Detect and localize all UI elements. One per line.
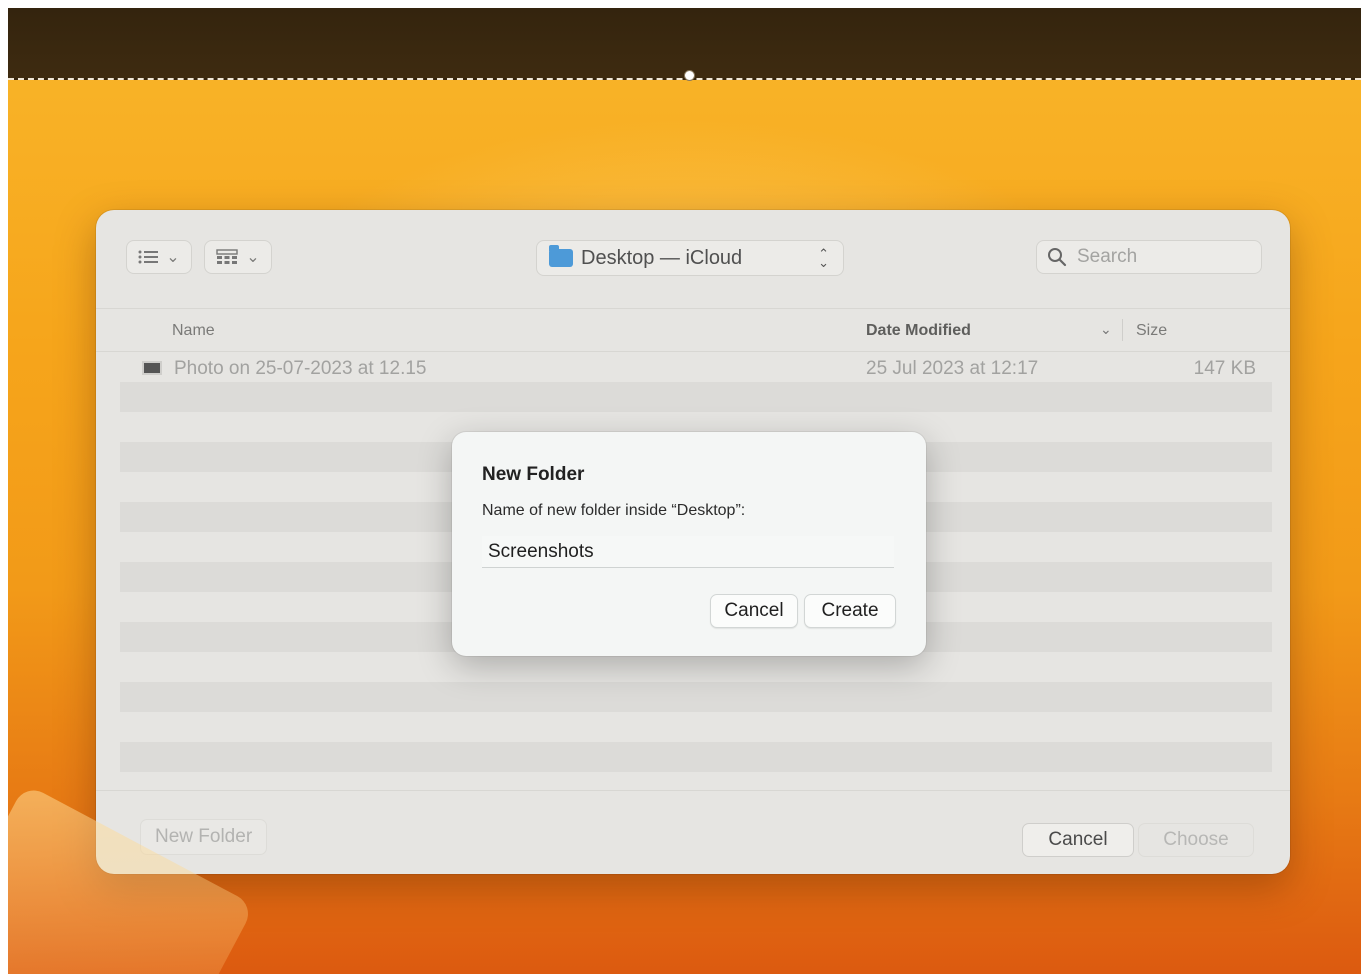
empty-row — [120, 742, 1272, 772]
column-header: Name Date Modified ⌄ Size — [96, 308, 1290, 352]
list-icon — [138, 250, 159, 264]
column-name[interactable]: Name — [172, 322, 215, 340]
image-file-icon — [142, 361, 162, 375]
list-view-button[interactable]: ⌄ — [126, 240, 192, 274]
search-icon — [1048, 248, 1067, 267]
column-divider[interactable] — [1122, 319, 1123, 341]
empty-row — [120, 652, 1272, 682]
location-popup[interactable]: Desktop — iCloud ⌃ ⌄ — [536, 240, 844, 276]
selection-handle[interactable] — [684, 70, 695, 81]
create-button[interactable]: Create — [804, 594, 896, 628]
column-size[interactable]: Size — [1136, 322, 1167, 340]
file-size: 147 KB — [1193, 358, 1256, 379]
dialog-cancel-button[interactable]: Cancel — [710, 594, 798, 628]
dialog-title: New Folder — [482, 464, 585, 485]
updown-chevron-icon: ⌃ ⌄ — [818, 246, 829, 270]
folder-name-input[interactable] — [482, 536, 894, 568]
location-label: Desktop — iCloud — [581, 246, 743, 269]
grid-icon — [216, 249, 238, 264]
new-folder-dialog: New Folder Name of new folder inside “De… — [452, 432, 926, 656]
empty-row — [120, 382, 1272, 412]
screenshot-selection-strip — [8, 8, 1361, 80]
file-name: Photo on 25-07-2023 at 12.15 — [174, 358, 427, 379]
column-date-modified[interactable]: Date Modified — [866, 322, 971, 340]
empty-row — [120, 712, 1272, 742]
empty-row — [120, 682, 1272, 712]
choose-button[interactable]: Choose — [1138, 823, 1254, 857]
file-row[interactable]: Photo on 25-07-2023 at 12.15 25 Jul 2023… — [120, 352, 1272, 382]
grid-view-button[interactable]: ⌄ — [204, 240, 272, 274]
sort-chevron-icon: ⌄ — [1100, 321, 1112, 337]
file-date: 25 Jul 2023 at 12:17 — [866, 358, 1039, 379]
panel-footer: New Folder Cancel Choose — [96, 790, 1290, 874]
chevron-down-icon: ⌄ — [246, 249, 260, 266]
chevron-down-icon: ⌄ — [166, 249, 180, 266]
toolbar: ⌄ ⌄ Desktop — iCloud ⌃ ⌄ Search — [96, 210, 1290, 306]
new-folder-button[interactable]: New Folder — [140, 819, 268, 855]
search-field[interactable]: Search — [1036, 240, 1262, 274]
cancel-button[interactable]: Cancel — [1022, 823, 1134, 857]
search-placeholder: Search — [1077, 246, 1138, 267]
dialog-message: Name of new folder inside “Desktop”: — [482, 502, 746, 519]
folder-icon — [549, 245, 573, 267]
